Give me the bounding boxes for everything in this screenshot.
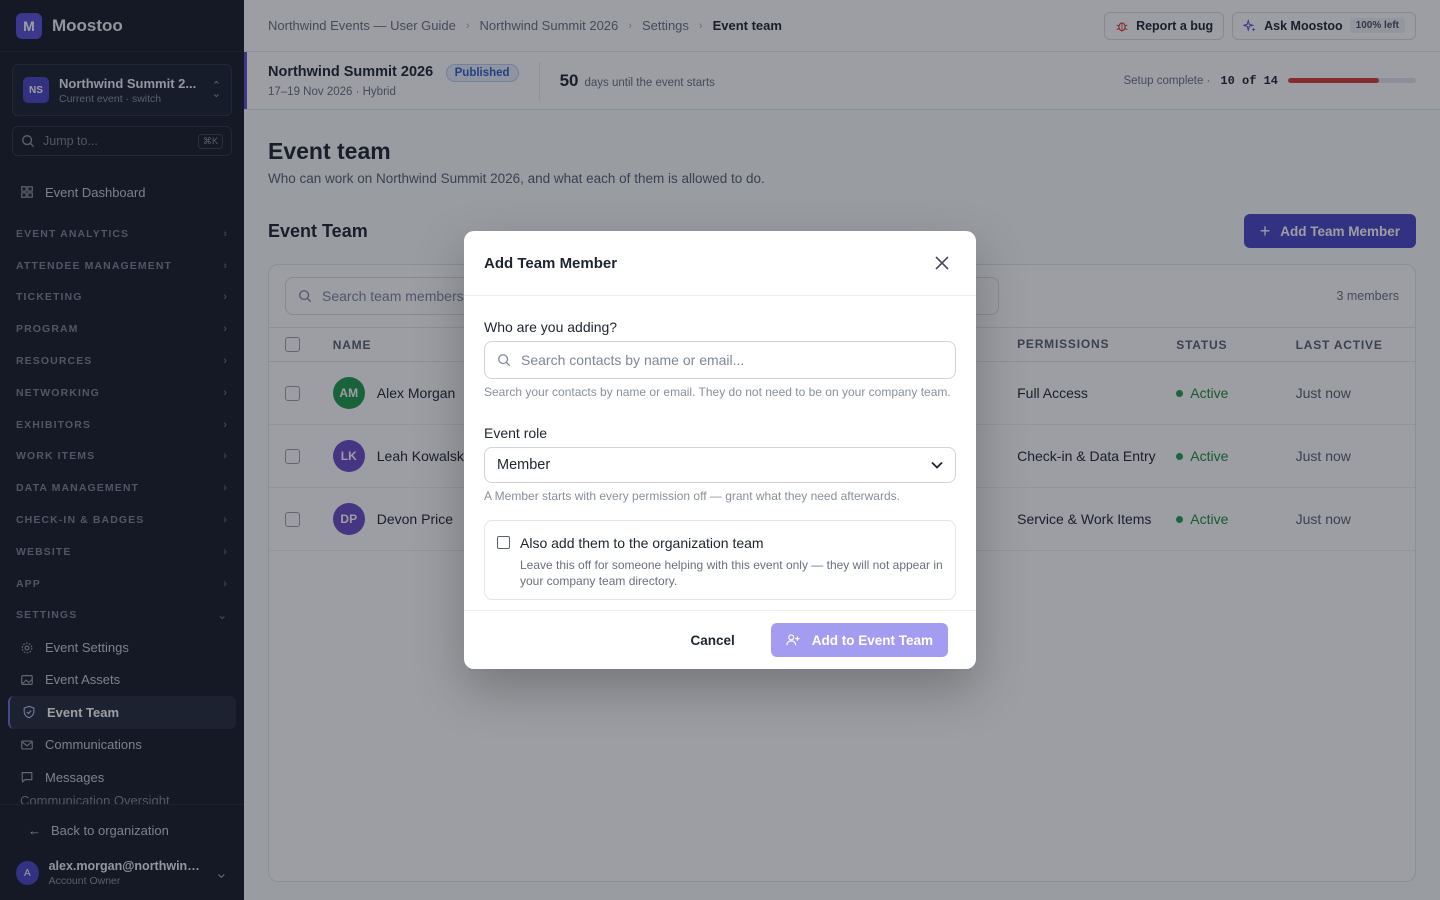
close-icon <box>935 256 949 270</box>
contact-search-input[interactable]: Search contacts by name or email... <box>484 341 956 379</box>
cancel-button[interactable]: Cancel <box>690 633 734 648</box>
who-label: Who are you adding? <box>484 319 618 335</box>
add-to-event-team-button[interactable]: Add to Event Team <box>770 623 948 657</box>
role-label: Event role <box>484 425 548 441</box>
user-plus-icon <box>786 634 800 646</box>
chevron-down-icon <box>931 461 943 469</box>
org-team-checkbox[interactable] <box>497 536 510 549</box>
org-team-option: Also add them to the organization team L… <box>484 520 956 600</box>
event-role-select[interactable]: Member <box>484 447 956 483</box>
close-button[interactable] <box>928 249 956 277</box>
dialog-title: Add Team Member <box>484 254 618 272</box>
org-team-checkbox-label[interactable]: Also add them to the organization team <box>520 535 943 551</box>
search-icon <box>498 354 511 367</box>
contact-search-hint: Search your contacts by name or email. T… <box>484 385 951 399</box>
add-team-member-dialog: Add Team Member Who are you adding? Sear… <box>464 231 976 669</box>
org-team-description: Leave this off for someone helping with … <box>520 558 943 588</box>
role-hint: A Member starts with every permission of… <box>484 489 900 503</box>
